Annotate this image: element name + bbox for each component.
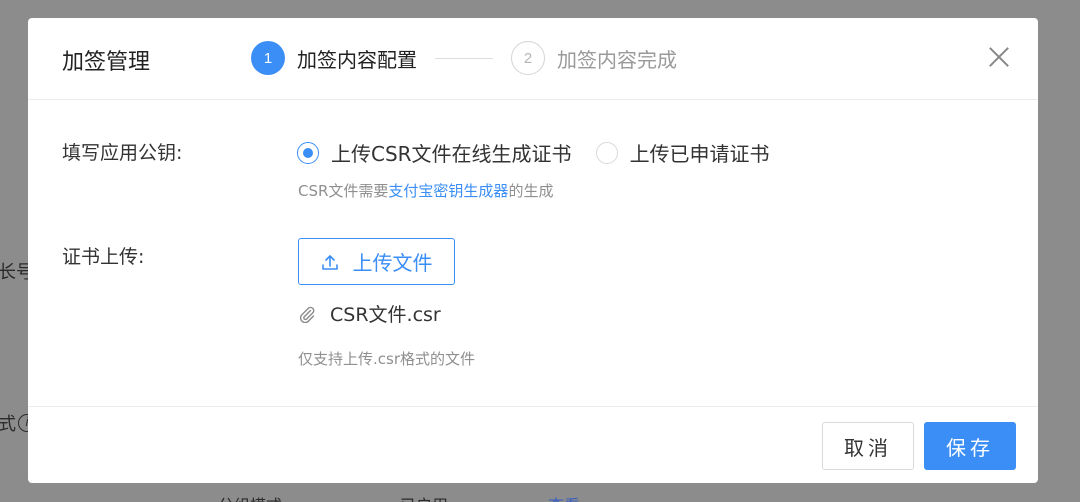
certificate-source-radio-group: 上传CSR文件在线生成证书 上传已申请证书 [297, 138, 770, 167]
step-label: 加签内容配置 [297, 47, 417, 72]
radio-csr-online[interactable]: 上传CSR文件在线生成证书 [297, 138, 572, 167]
uploaded-file-name[interactable]: CSR文件.csr [330, 300, 441, 327]
radio-label[interactable]: 上传CSR文件在线生成证书 [331, 138, 572, 167]
save-button[interactable]: 保存 [924, 422, 1016, 470]
dialog-header: 加签管理 1 加签内容配置 2 加签内容完成 [28, 18, 1038, 100]
background-bottom-row: 分组模式 已启用 查看 [0, 484, 1080, 502]
dialog-title: 加签管理 [62, 50, 151, 75]
dialog-footer: 取消 保存 [28, 406, 1038, 483]
signing-management-dialog: 加签管理 1 加签内容配置 2 加签内容完成 填写应用公钥: 上传CSR文件在线… [28, 18, 1038, 483]
step-connector [435, 57, 493, 59]
upload-file-button[interactable]: 上传文件 [298, 238, 455, 285]
step-config: 1 加签内容配置 [251, 41, 417, 75]
cancel-button[interactable]: 取消 [822, 422, 914, 470]
step-number-badge: 1 [251, 41, 285, 75]
radio-existing-cert[interactable]: 上传已申请证书 [595, 138, 770, 167]
step-complete: 2 加签内容完成 [511, 41, 677, 75]
cert-upload-label: 证书上传: [62, 246, 145, 268]
close-icon[interactable] [988, 46, 1010, 68]
radio-unchecked-icon[interactable] [595, 141, 618, 164]
csr-hint: CSR文件需要支付宝密钥生成器的生成 [298, 180, 553, 201]
background-bottom-text: 分组模式 [218, 492, 282, 502]
radio-checked-icon[interactable] [297, 141, 319, 164]
background-bottom-text: 已启用 [400, 492, 448, 502]
public-key-label: 填写应用公钥: [62, 142, 183, 164]
upload-button-label[interactable]: 上传文件 [353, 247, 433, 276]
radio-label[interactable]: 上传已申请证书 [630, 138, 770, 167]
upload-format-hint: 仅支持上传.csr格式的文件 [298, 350, 475, 368]
step-indicator: 1 加签内容配置 2 加签内容完成 [251, 41, 677, 75]
upload-icon [321, 254, 338, 270]
paperclip-icon [299, 306, 315, 323]
step-label: 加签内容完成 [557, 47, 677, 72]
csr-hint-suffix: 的生成 [508, 182, 554, 200]
key-generator-link[interactable]: 支付宝密钥生成器 [388, 182, 508, 200]
background-label-text: 式 [0, 414, 16, 435]
uploaded-file-item[interactable]: CSR文件.csr [298, 300, 441, 327]
background-bottom-link: 查看 [548, 492, 580, 502]
step-number-badge: 2 [511, 41, 545, 75]
csr-hint-prefix: CSR文件需要 [298, 182, 389, 200]
